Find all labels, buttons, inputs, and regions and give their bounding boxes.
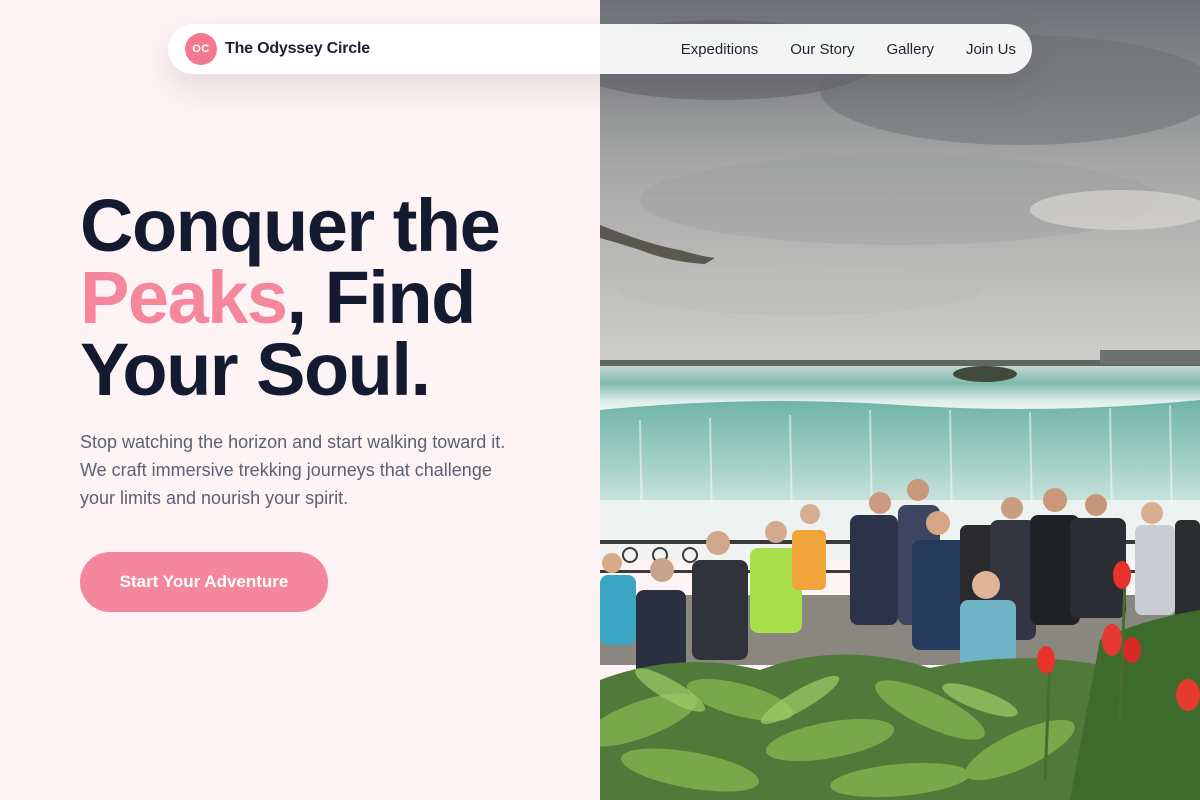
nav-link-join-us[interactable]: Join Us	[966, 41, 1016, 58]
hero-subtitle: Stop watching the horizon and start walk…	[80, 432, 506, 508]
headline-line-2-rest: , Find	[286, 256, 476, 339]
hero-photo	[600, 0, 1200, 800]
headline-accent-word: Peaks	[80, 256, 288, 339]
brand-name: The Odyssey Circle	[225, 40, 370, 57]
headline-line-1: Conquer the	[80, 184, 501, 267]
logo-badge: OC	[185, 33, 217, 65]
hero-left-panel: Conquer the Peaks, Find Your Soul. Stop …	[0, 0, 600, 800]
nav-links: Expeditions Our Story Gallery Join Us	[681, 41, 1016, 58]
headline-line-3: Your Soul.	[80, 328, 431, 411]
hero-headline: Conquer the Peaks, Find Your Soul.	[80, 189, 580, 407]
nav-link-our-story[interactable]: Our Story	[790, 41, 854, 58]
start-adventure-button[interactable]: Start Your Adventure	[80, 552, 328, 612]
brand[interactable]: OC The Odyssey Circle	[185, 33, 370, 65]
waterfall-photo	[600, 0, 1200, 800]
top-navbar: OC The Odyssey Circle Expeditions Our St…	[168, 24, 1032, 74]
nav-link-expeditions[interactable]: Expeditions	[681, 41, 759, 58]
nav-link-gallery[interactable]: Gallery	[886, 41, 934, 58]
